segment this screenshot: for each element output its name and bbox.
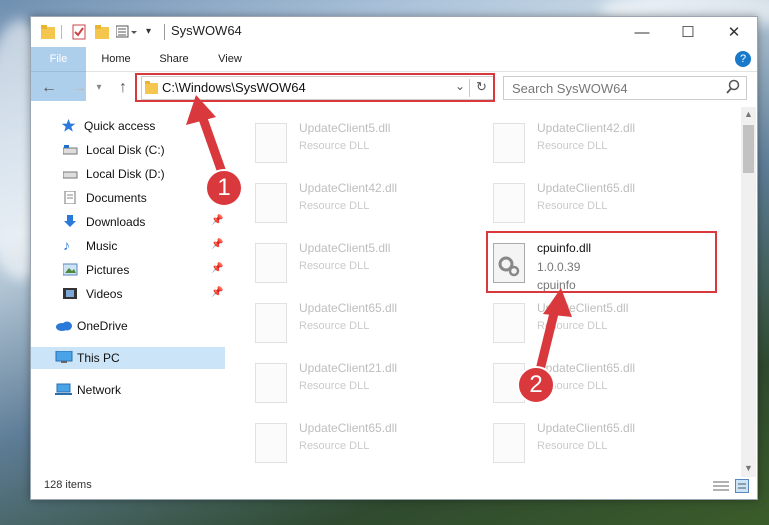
step-1-badge: 1: [205, 169, 243, 207]
arrow-2: [535, 288, 572, 372]
step-2-badge: 2: [517, 366, 555, 404]
annotation-arrows: [186, 95, 572, 372]
arrow-1: [186, 95, 229, 180]
